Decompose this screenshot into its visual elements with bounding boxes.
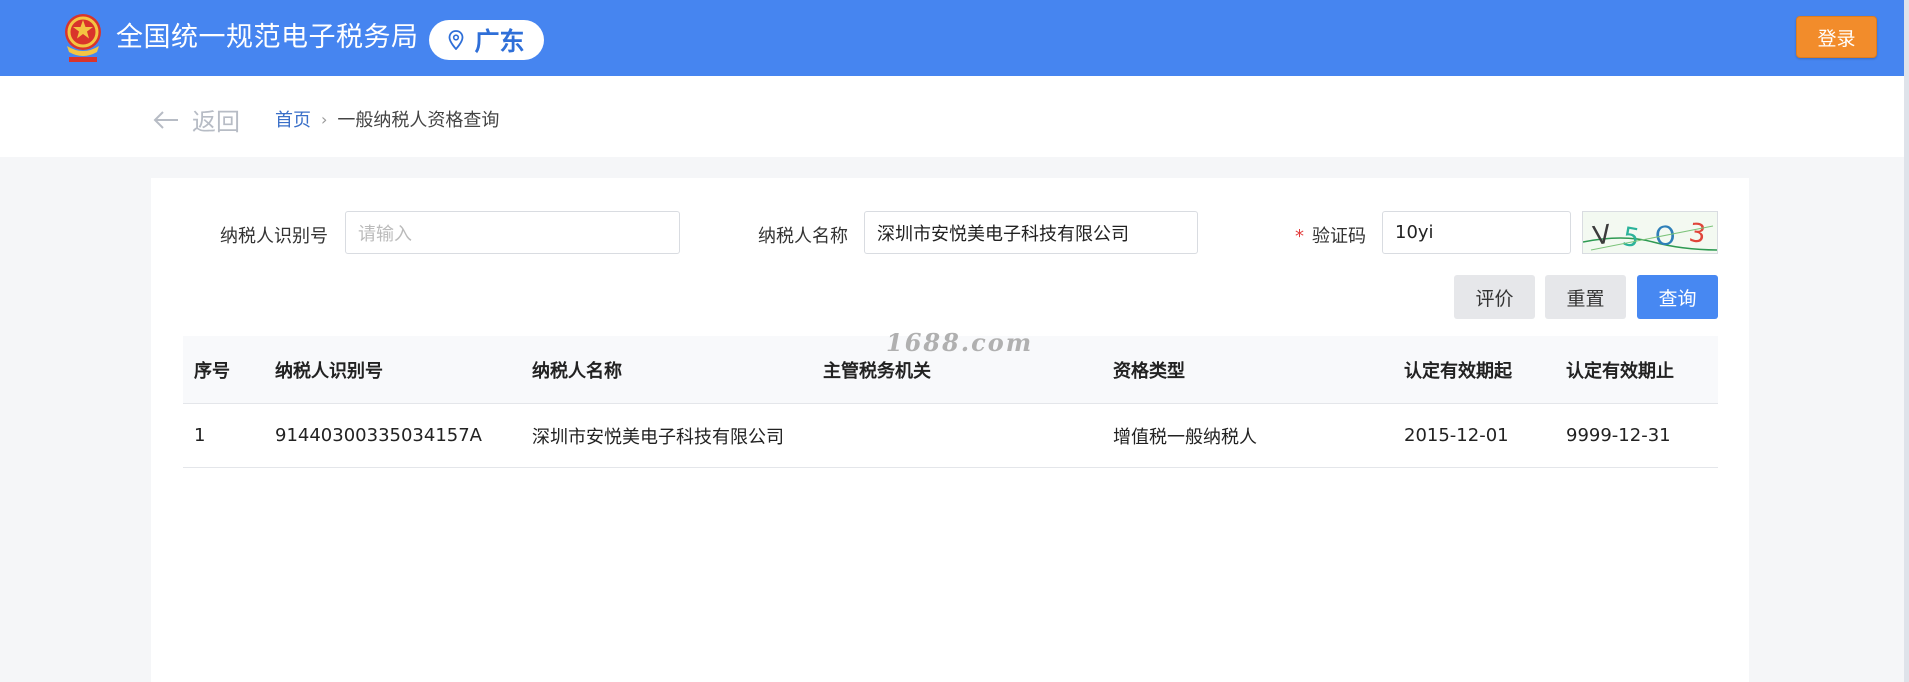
captcha-value: 10yi [1395, 222, 1434, 243]
cell-taxpayer-id: 91440300335034157A [275, 425, 482, 446]
scrollbar[interactable] [1904, 0, 1909, 682]
taxpayer-name-value: 深圳市安悦美电子科技有限公司 [877, 223, 1129, 245]
cell-valid-from: 2015-12-01 [1404, 425, 1509, 446]
top-header: 全国统一规范电子税务局 广东 登录 [0, 0, 1909, 76]
breadcrumb: 首页 › 一般纳税人资格查询 [275, 106, 499, 132]
taxpayer-name-label: 纳税人名称 [758, 226, 848, 247]
region-selector[interactable]: 广东 [429, 20, 544, 60]
svg-text:5: 5 [1620, 222, 1642, 254]
reset-button[interactable]: 重置 [1545, 275, 1626, 319]
captcha-image[interactable]: V 5 O 3 [1582, 211, 1718, 254]
captcha-label: 验证码 [1312, 226, 1366, 247]
table-row[interactable]: 1 91440300335034157A 深圳市安悦美电子科技有限公司 增值税一… [183, 404, 1718, 468]
captcha-input[interactable]: 10yi [1382, 211, 1571, 254]
column-header-valid-to: 认定有效期止 [1566, 360, 1674, 382]
column-header-taxpayer-id: 纳税人识别号 [275, 360, 383, 382]
column-header-qualification-type: 资格类型 [1113, 360, 1185, 382]
region-label: 广东 [474, 27, 525, 56]
required-mark: * [1295, 226, 1304, 247]
taxpayer-id-input[interactable]: 请输入 [345, 211, 680, 254]
back-label: 返回 [192, 108, 240, 136]
taxpayer-id-label: 纳税人识别号 [220, 226, 328, 247]
cell-index: 1 [194, 425, 206, 446]
column-header-valid-from: 认定有效期起 [1404, 360, 1512, 382]
back-button[interactable]: 返回 [152, 102, 240, 137]
nav-bar: 返回 首页 › 一般纳税人资格查询 [0, 76, 1904, 157]
location-pin-icon [449, 30, 464, 50]
breadcrumb-current: 一般纳税人资格查询 [337, 110, 500, 131]
column-header-taxpayer-name: 纳税人名称 [532, 360, 622, 382]
query-button[interactable]: 查询 [1637, 275, 1718, 319]
captcha-label-group: * 验证码 [1295, 222, 1366, 248]
login-button[interactable]: 登录 [1796, 16, 1877, 58]
taxpayer-name-input[interactable]: 深圳市安悦美电子科技有限公司 [864, 211, 1198, 254]
app-title: 全国统一规范电子税务局 [116, 22, 419, 53]
svg-text:V: V [1591, 220, 1613, 252]
national-emblem-icon [61, 10, 105, 66]
column-header-index: 序号 [194, 360, 230, 382]
cell-qualification-type: 增值税一般纳税人 [1113, 426, 1257, 448]
breadcrumb-separator: › [321, 109, 328, 129]
cell-taxpayer-name: 深圳市安悦美电子科技有限公司 [532, 426, 784, 448]
arrow-left-icon [153, 110, 178, 129]
watermark: 1688.com [886, 328, 1034, 357]
breadcrumb-home-link[interactable]: 首页 [275, 106, 311, 132]
cell-valid-to: 9999-12-31 [1566, 425, 1671, 446]
taxpayer-id-placeholder: 请输入 [358, 223, 412, 245]
evaluate-button[interactable]: 评价 [1454, 275, 1535, 319]
svg-text:3: 3 [1687, 218, 1708, 250]
